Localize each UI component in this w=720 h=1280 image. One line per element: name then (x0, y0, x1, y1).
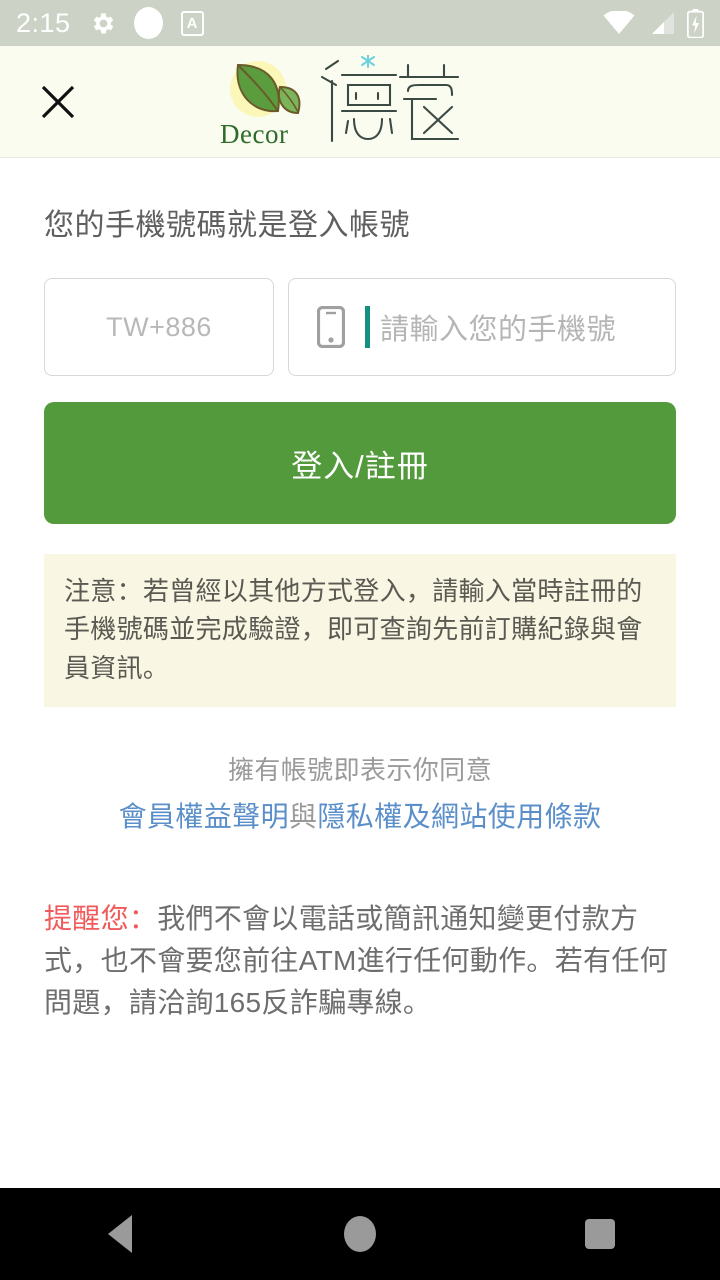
wifi-icon (603, 11, 635, 35)
signal-icon (647, 11, 675, 35)
android-nav-bar (0, 1188, 720, 1280)
smartphone-icon (317, 306, 345, 348)
fraud-warning-highlight: 提醒您： (44, 903, 158, 935)
logo-cjk-wordmark (320, 54, 460, 142)
status-time: 2:15 (16, 7, 71, 38)
nav-back-button[interactable] (60, 1188, 180, 1280)
phone-number-placeholder: 請輸入您的手機號 (380, 314, 617, 346)
terms-lead-text: 擁有帳號即表示你同意 (227, 755, 492, 786)
phone-number-input[interactable]: 請輸入您的手機號 (288, 278, 676, 376)
a-badge-icon: A (180, 10, 204, 36)
status-bar-right (603, 8, 704, 38)
terms-agreement: 擁有帳號即表示你同意 會員權益聲明與隱私權及網站使用條款 (44, 751, 676, 838)
nav-recents-button[interactable] (540, 1188, 660, 1280)
login-register-button[interactable]: 登入/註冊 (44, 402, 676, 524)
login-content: 您的手機號碼就是登入帳號 TW+886 請輸入您的手機號 登入/註冊 注意：若曾… (0, 158, 720, 1188)
country-code-placeholder: TW+886 (106, 311, 212, 342)
notice-box: 注意：若曾經以其他方式登入，請輸入當時註冊的手機號碼並完成驗證，即可查詢先前訂購… (44, 554, 676, 708)
text-cursor (365, 306, 370, 348)
phone-screen: 2:15 A Decor 您的手機號碼就是登入帳號 TW+886 請輸入您的手機… (0, 0, 720, 1280)
logo-latin-text: Decor (220, 118, 289, 149)
leaf-icon (230, 60, 301, 117)
page-title: 您的手機號碼就是登入帳號 (44, 209, 410, 242)
close-button[interactable] (32, 76, 84, 128)
status-bar-left: 2:15 A (16, 7, 204, 39)
app-header: Decor (0, 46, 720, 158)
status-bar: 2:15 A (0, 0, 720, 46)
back-triangle-icon (108, 1215, 132, 1253)
terms-links: 會員權益聲明與隱私權及網站使用條款 (44, 796, 676, 838)
home-circle-icon (344, 1216, 376, 1252)
terms-separator: 與 (288, 801, 318, 833)
brand-logo: Decor (218, 54, 502, 149)
circle-icon (133, 7, 163, 39)
nav-home-button[interactable] (300, 1188, 420, 1280)
member-rights-link[interactable]: 會員權益聲明 (119, 801, 289, 832)
battery-charging-icon (687, 8, 704, 38)
logo-leaf-mark: Decor (218, 57, 314, 149)
gear-icon (89, 10, 116, 37)
privacy-terms-link[interactable]: 隱私權及網站使用條款 (317, 801, 601, 832)
recents-square-icon (585, 1219, 615, 1249)
phone-form-row: TW+886 請輸入您的手機號 (44, 278, 676, 376)
country-code-input[interactable]: TW+886 (44, 278, 274, 376)
close-icon (41, 85, 75, 118)
fraud-warning: 提醒您：我們不會以電話或簡訊通知變更付款方式，也不會要您前往ATM進行任何動作。… (44, 898, 676, 1024)
star-decoration-icon (361, 54, 375, 68)
